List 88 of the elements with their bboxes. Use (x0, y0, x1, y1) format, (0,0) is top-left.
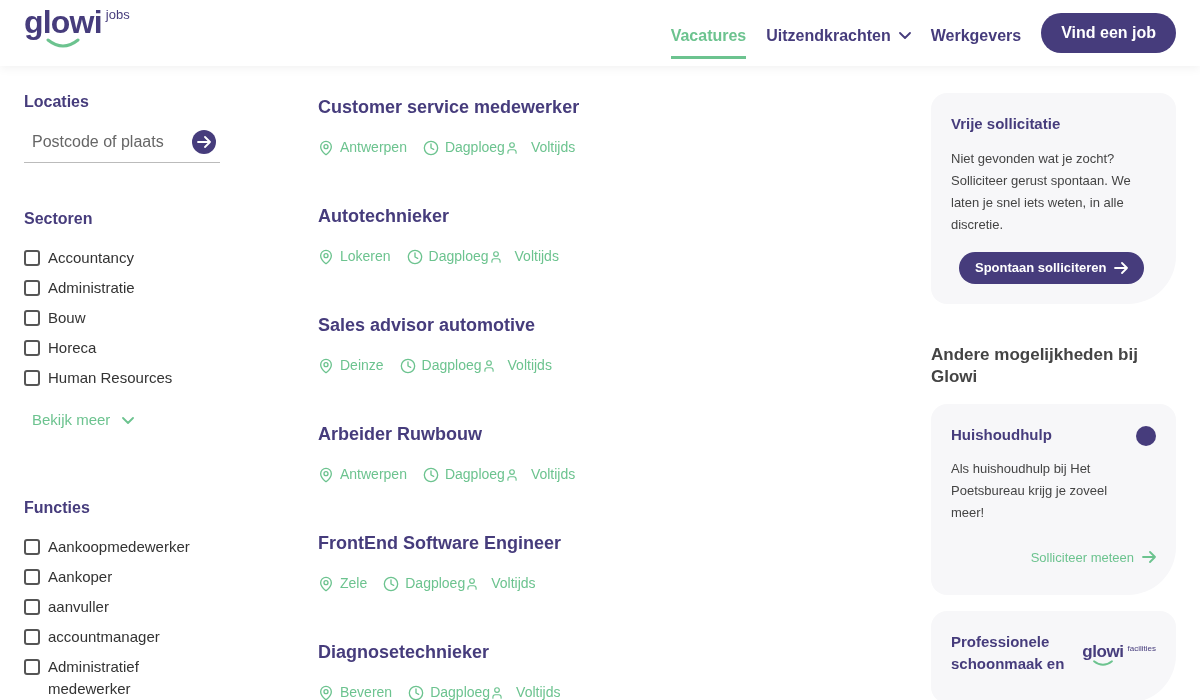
find-job-button[interactable]: Vind een job (1041, 13, 1176, 53)
job-regime: Voltijds (491, 574, 536, 593)
location-pin-icon (318, 684, 334, 700)
checkbox[interactable] (24, 658, 40, 675)
checkbox-label: Bouw (48, 308, 87, 328)
clock-icon (408, 684, 425, 700)
job-shift: Dagploeg (430, 683, 491, 700)
job-regime: Voltijds (516, 683, 561, 700)
person-icon (488, 249, 503, 264)
job-regime: Voltijds (507, 356, 552, 375)
brand-badge-icon (1136, 425, 1156, 446)
person-icon (504, 140, 519, 155)
checkbox[interactable] (24, 340, 40, 356)
job-shift: Dagploeg (444, 465, 505, 484)
card-title: Professionele schoonmaak en (951, 632, 1066, 674)
checkbox-label: Administratie (48, 278, 136, 298)
arrow-right-icon (1114, 261, 1129, 274)
nav-link[interactable]: Werkgevers (930, 15, 1022, 59)
job-location: Antwerpen (340, 138, 407, 157)
job-title[interactable]: FrontEnd Software Engineer (318, 530, 838, 557)
person-icon (465, 576, 480, 591)
checkbox[interactable] (24, 538, 40, 555)
logo-wordmark: glowi (24, 6, 102, 38)
location-input[interactable]: Postcode of plaats (32, 130, 172, 154)
checkbox[interactable] (24, 280, 40, 296)
clock-icon (399, 357, 416, 374)
job-shift: Dagploeg (428, 247, 489, 266)
job-location: Zele (340, 574, 368, 593)
logo-suffix: jobs (105, 8, 130, 21)
filter-title: Functies (24, 497, 91, 518)
checkbox[interactable] (24, 628, 40, 645)
job-shift: Dagploeg (444, 138, 505, 157)
job-title[interactable]: Arbeider Ruwbouw (318, 421, 838, 448)
checkbox-label: accountmanager (48, 626, 161, 647)
arrow-right-icon (197, 136, 211, 148)
clock-icon (422, 139, 439, 156)
checkbox-label: Administratief medewerker (48, 656, 140, 699)
checkbox-label: Aankoper (48, 566, 114, 587)
checkbox-label: Horeca (48, 338, 98, 358)
job-location: Deinze (340, 356, 384, 375)
checkbox-label: Accountancy (48, 248, 135, 268)
arrow-right-icon (1142, 551, 1156, 564)
card-title: Huishoudhulp (951, 424, 1053, 445)
location-pin-icon (318, 575, 334, 592)
search-submit-button[interactable] (192, 130, 216, 154)
card-title: Vrije sollicitatie (951, 114, 1062, 134)
job-location: Lokeren (340, 247, 391, 266)
person-icon (504, 467, 519, 482)
job-shift: Dagploeg (421, 356, 482, 375)
spontaneous-apply-button[interactable]: Spontaan solliciteren (959, 251, 1145, 284)
checkbox-label: Aankoopmedewerker (48, 536, 191, 557)
job-title[interactable]: Sales advisor automotive (318, 312, 838, 339)
job-location: Beveren (340, 683, 393, 700)
job-regime: Voltijds (514, 247, 559, 266)
checkbox[interactable] (24, 310, 40, 326)
filter-title: Locaties (24, 92, 90, 112)
clock-icon (406, 248, 423, 265)
checkbox[interactable] (24, 370, 40, 386)
job-regime: Voltijds (530, 138, 576, 157)
job-regime: Voltijds (530, 465, 576, 484)
logo-wordmark: glowi (1082, 643, 1124, 660)
nav-link[interactable]: Uitzendkrachten (766, 15, 911, 59)
job-title[interactable]: Diagnosetechnieker (318, 639, 838, 666)
location-pin-icon (318, 357, 334, 374)
job-title[interactable]: Customer service medewerker (318, 94, 838, 121)
checkbox[interactable] (24, 250, 40, 266)
checkbox-label: Human Resources (48, 368, 174, 388)
card-text: Als huishoudhulp bij Het Poetsbureau krijg je zoveel meer! (951, 459, 1109, 522)
filter-title: Sectoren (24, 209, 94, 229)
location-pin-icon (318, 139, 334, 156)
person-icon (490, 685, 505, 700)
checkbox-label: aanvuller (48, 596, 110, 617)
job-title[interactable]: Autotechnieker (318, 203, 838, 230)
clock-icon (422, 466, 439, 483)
checkbox[interactable] (24, 598, 40, 615)
smile-icon (1091, 660, 1114, 666)
card-text: Niet gevonden wat je zocht? Solliciteer gerust spontaan. We laten je snel iets weten, in alle discretie. (951, 149, 1132, 234)
logo-suffix: facilities (1127, 645, 1156, 653)
location-pin-icon (318, 466, 334, 483)
location-pin-icon (318, 248, 334, 265)
clock-icon (383, 575, 400, 592)
section-title: Andere mogelijkheden bij Glowi (931, 343, 1139, 388)
person-icon (481, 358, 496, 373)
job-location: Antwerpen (340, 465, 407, 484)
checkbox[interactable] (24, 568, 40, 585)
job-shift: Dagploeg (405, 574, 466, 593)
chevron-down-icon (122, 416, 135, 424)
smile-icon (44, 38, 81, 48)
